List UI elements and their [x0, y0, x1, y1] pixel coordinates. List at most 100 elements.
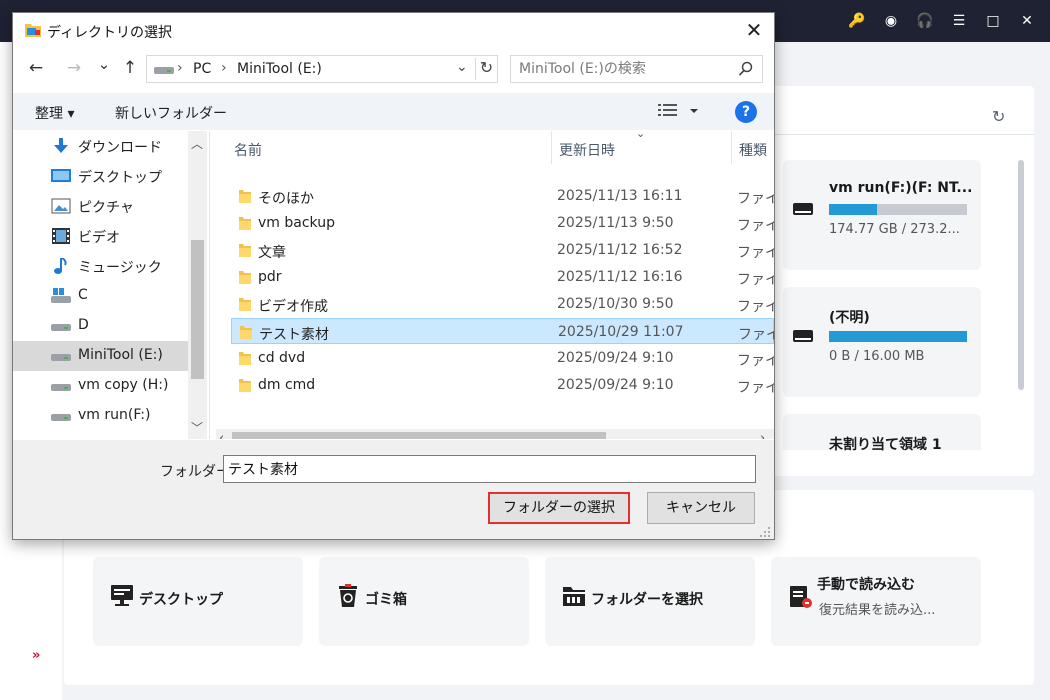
- desktop-icon: [109, 583, 135, 609]
- scroll-right-icon[interactable]: ›: [760, 431, 765, 439]
- help-icon[interactable]: ?: [735, 101, 757, 123]
- location-recycle-bin[interactable]: ゴミ箱: [319, 557, 529, 646]
- drives-scrollbar-thumb[interactable]: [1018, 160, 1024, 390]
- drive-card-unallocated[interactable]: 未割り当て領域 1: [783, 414, 981, 453]
- file-type: ファイル: [737, 191, 774, 207]
- column-header-name[interactable]: 名前: [234, 140, 262, 160]
- drive-card-vm-run[interactable]: vm run(F:)(F: NT... 174.77 GB / 273.2...: [783, 160, 981, 270]
- address-dropdown-icon[interactable]: ⌄: [456, 59, 468, 75]
- hscrollbar-thumb[interactable]: [232, 432, 606, 439]
- tree-item-vm-run-f[interactable]: vm run(F:): [13, 401, 188, 431]
- tree-item-minitool-e[interactable]: MiniTool (E:): [13, 341, 188, 371]
- file-list-hscrollbar[interactable]: ‹ ›: [216, 429, 774, 439]
- tree-item-videos[interactable]: ビデオ: [13, 221, 188, 251]
- file-row[interactable]: vm backup 2025/11/13 9:50 ファイル: [231, 210, 774, 236]
- key-icon[interactable]: 🔑: [848, 13, 866, 29]
- file-name: ビデオ作成: [258, 299, 328, 315]
- resize-grip-icon[interactable]: [759, 526, 771, 538]
- file-row[interactable]: 文章 2025/11/12 16:52 ファイル: [231, 237, 774, 263]
- file-type: ファイル: [737, 272, 774, 288]
- file-row-selected[interactable]: テスト素材 2025/10/29 11:07 ファイル: [231, 318, 774, 344]
- location-manual-load[interactable]: 手動で読み込む 復元結果を読み込...: [771, 557, 981, 646]
- tree-scrollbar[interactable]: ︿ ﹀: [188, 131, 207, 439]
- folder-name-field[interactable]: [223, 455, 756, 483]
- tree-item-desktop[interactable]: デスクトップ: [13, 161, 188, 191]
- app-folder-icon: [24, 21, 42, 39]
- folder-icon: [238, 215, 252, 231]
- address-bar[interactable]: › PC › MiniTool (E:) ⌄ ↻: [146, 55, 498, 83]
- drive-icon: [51, 408, 71, 424]
- column-separator[interactable]: [551, 131, 552, 164]
- disc-icon[interactable]: ◉: [882, 13, 900, 29]
- tree-item-pictures[interactable]: ピクチャ: [13, 191, 188, 221]
- breadcrumb-minitool[interactable]: MiniTool (E:): [237, 61, 322, 77]
- drives-scrollbar[interactable]: [1018, 160, 1024, 390]
- column-header-type[interactable]: 種類: [739, 140, 767, 160]
- dialog-titlebar: ディレクトリの選択 ✕: [13, 13, 774, 47]
- select-directory-dialog: ディレクトリの選択 ✕ ← → ⌄ ↑ › PC › MiniTool (E:)…: [12, 12, 775, 540]
- drive-usage-fill: [829, 204, 878, 215]
- tree-item-downloads[interactable]: ダウンロード: [13, 131, 188, 161]
- search-icon[interactable]: [737, 60, 755, 78]
- address-refresh-icon[interactable]: ↻: [475, 58, 497, 80]
- tree-item-label: ダウンロード: [78, 140, 162, 156]
- download-icon: [51, 138, 71, 154]
- file-row[interactable]: pdr 2025/11/12 16:16 ファイル: [231, 264, 774, 290]
- drive-size: 174.77 GB / 273.2...: [829, 222, 960, 237]
- tree-item-vm-copy-h[interactable]: vm copy (H:): [13, 371, 188, 401]
- location-label: フォルダーを選択: [591, 592, 703, 608]
- dialog-close-icon[interactable]: ✕: [735, 15, 773, 45]
- file-list: 名前 ⌄ 更新日時 種類 そのほか 2025/11/13 16:11 ファイル …: [216, 131, 774, 439]
- drive-name: 未割り当て領域 1: [829, 437, 942, 453]
- organize-menu-button[interactable]: 整理 ▾: [35, 103, 74, 123]
- tree-item-label: C: [78, 287, 88, 303]
- scroll-up-icon[interactable]: ︿: [191, 135, 203, 152]
- file-type: ファイル: [738, 327, 774, 343]
- file-row[interactable]: cd dvd 2025/09/24 9:10 ファイル: [231, 345, 774, 371]
- tree-item-drive-d[interactable]: D: [13, 311, 188, 341]
- up-arrow-icon[interactable]: ↑: [119, 58, 141, 78]
- search-box[interactable]: [510, 55, 763, 83]
- breadcrumb-separator-icon[interactable]: ›: [221, 60, 227, 76]
- tree-item-label: ミュージック: [78, 260, 162, 276]
- folder-icon: [238, 350, 252, 366]
- search-input[interactable]: [519, 60, 729, 78]
- expand-sidebar-icon[interactable]: »: [32, 648, 41, 663]
- file-date: 2025/11/13 16:11: [557, 188, 683, 204]
- window-controls: 🔑 ◉ 🎧 ☰ □ ✕: [848, 0, 1036, 42]
- scroll-down-icon[interactable]: ﹀: [191, 419, 203, 436]
- location-select-folder[interactable]: フォルダーを選択: [545, 557, 755, 646]
- cancel-button[interactable]: キャンセル: [647, 492, 755, 524]
- view-options-icon[interactable]: [658, 102, 704, 120]
- file-date: 2025/11/13 9:50: [557, 215, 674, 231]
- column-separator[interactable]: [731, 131, 732, 164]
- breadcrumb-pc[interactable]: PC: [193, 61, 211, 77]
- tree-item-label: ビデオ: [78, 230, 120, 246]
- forward-arrow-icon[interactable]: →: [63, 58, 85, 78]
- headset-icon[interactable]: 🎧: [916, 13, 934, 29]
- file-row[interactable]: そのほか 2025/11/13 16:11 ファイル: [231, 183, 774, 209]
- minimize-icon[interactable]: □: [984, 13, 1002, 29]
- tree-item-label: D: [78, 317, 89, 333]
- location-desktop[interactable]: デスクトップ: [93, 557, 303, 646]
- scroll-left-icon[interactable]: ‹: [219, 431, 224, 439]
- tree-item-drive-c[interactable]: C: [13, 281, 188, 311]
- column-header-date[interactable]: 更新日時: [559, 140, 615, 160]
- back-arrow-icon[interactable]: ←: [25, 58, 47, 78]
- close-icon[interactable]: ✕: [1018, 13, 1036, 29]
- breadcrumb-separator-icon[interactable]: ›: [177, 60, 183, 76]
- tree-item-music[interactable]: ミュージック: [13, 251, 188, 281]
- recent-locations-chevron-icon[interactable]: ⌄: [93, 55, 115, 73]
- file-row[interactable]: dm cmd 2025/09/24 9:10 ファイル: [231, 372, 774, 398]
- file-type: ファイル: [737, 353, 774, 369]
- new-folder-button[interactable]: 新しいフォルダー: [115, 103, 227, 123]
- drive-card-unknown[interactable]: (不明) 0 B / 16.00 MB: [783, 287, 981, 397]
- tree-scrollbar-thumb[interactable]: [191, 240, 204, 379]
- drive-icon: [51, 378, 71, 394]
- refresh-icon[interactable]: ↻: [992, 107, 1005, 126]
- select-folder-button[interactable]: フォルダーの選択: [488, 492, 630, 524]
- file-row[interactable]: ビデオ作成 2025/10/30 9:50 ファイル: [231, 291, 774, 317]
- pane-splitter[interactable]: [209, 131, 210, 439]
- menu-icon[interactable]: ☰: [950, 13, 968, 29]
- dialog-toolbar: 整理 ▾ 新しいフォルダー ?: [13, 93, 774, 130]
